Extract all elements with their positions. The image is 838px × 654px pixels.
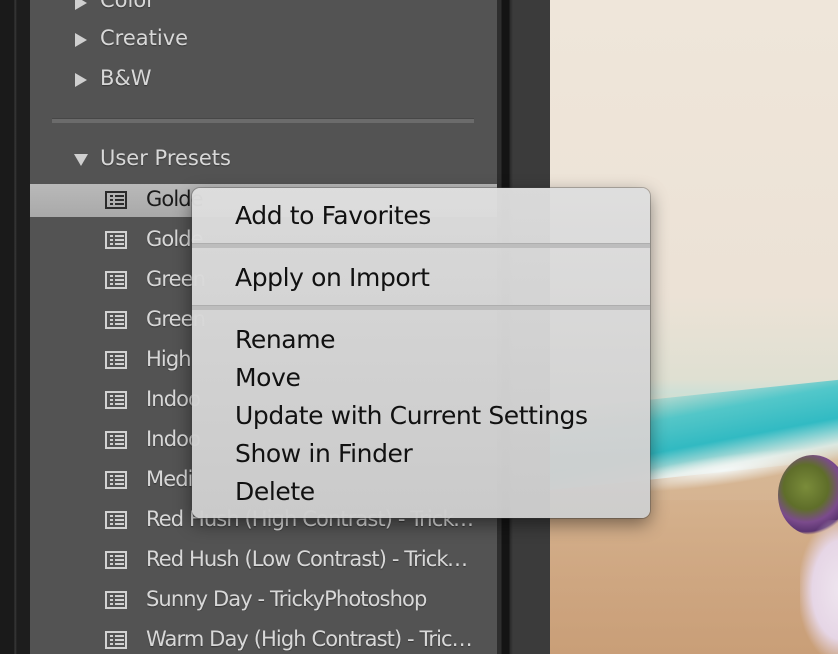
preset-item[interactable]: Red Hush (Low Contrast) - TrickyPh… (30, 544, 497, 577)
preset-list-icon (105, 631, 127, 649)
preset-item[interactable]: Sunny Day - TrickyPhotoshop (30, 584, 497, 617)
menu-item-label: Add to Favorites (235, 200, 431, 230)
photo-dress (800, 520, 838, 654)
menu-separator (192, 305, 650, 310)
context-menu: Add to Favorites Apply on Import Rename … (192, 188, 650, 518)
preset-item-label: Red Hush (Low Contrast) - TrickyPh… (146, 547, 476, 571)
menu-item-label: Update with Current Settings (235, 400, 588, 430)
preset-group-creative[interactable]: Creative (30, 24, 497, 57)
menu-item-label: Delete (235, 476, 315, 506)
menu-item-apply-on-import[interactable]: Apply on Import (192, 258, 650, 296)
preset-group-label: Color (100, 0, 155, 12)
lightroom-window: Color Creative B&W User Presets Golde Go… (0, 0, 838, 654)
preset-group-label: B&W (100, 66, 152, 90)
left-frame-edge (0, 0, 30, 654)
preset-group-label: User Presets (100, 146, 231, 170)
preset-list-icon (105, 591, 127, 609)
preset-list-icon (105, 311, 127, 329)
preset-group-color[interactable]: Color (30, 0, 497, 19)
preset-item-label: Warm Day (High Contrast) - TrickyP… (146, 627, 476, 651)
menu-separator (192, 243, 650, 248)
preset-list-icon (105, 351, 127, 369)
preset-list-icon (105, 231, 127, 249)
disclosure-triangle-right-icon[interactable] (75, 0, 87, 10)
disclosure-triangle-down-icon[interactable] (74, 154, 88, 166)
preset-list-icon (105, 431, 127, 449)
preset-list-icon (105, 271, 127, 289)
preset-group-user-presets[interactable]: User Presets (30, 144, 497, 177)
menu-item-move[interactable]: Move (192, 358, 650, 396)
menu-item-add-to-favorites[interactable]: Add to Favorites (192, 196, 650, 234)
preset-item[interactable]: Warm Day (High Contrast) - TrickyP… (30, 624, 497, 654)
menu-item-label: Show in Finder (235, 438, 413, 468)
preset-list-icon (105, 471, 127, 489)
preset-list-icon (105, 191, 127, 209)
menu-item-label: Move (235, 362, 301, 392)
preset-item-label: Sunny Day - TrickyPhotoshop (146, 587, 427, 611)
menu-item-update-with-current-settings[interactable]: Update with Current Settings (192, 396, 650, 434)
menu-item-rename[interactable]: Rename (192, 320, 650, 358)
preset-list-icon (105, 391, 127, 409)
menu-item-show-in-finder[interactable]: Show in Finder (192, 434, 650, 472)
menu-item-delete[interactable]: Delete (192, 472, 650, 510)
menu-item-label: Apply on Import (235, 262, 430, 292)
menu-item-label: Rename (235, 324, 336, 354)
preset-group-bw[interactable]: B&W (30, 64, 497, 97)
panel-divider (52, 118, 474, 123)
preset-list-icon (105, 511, 127, 529)
preset-group-label: Creative (100, 26, 189, 50)
preset-list-icon (105, 551, 127, 569)
disclosure-triangle-right-icon[interactable] (75, 33, 87, 47)
disclosure-triangle-right-icon[interactable] (75, 73, 87, 87)
